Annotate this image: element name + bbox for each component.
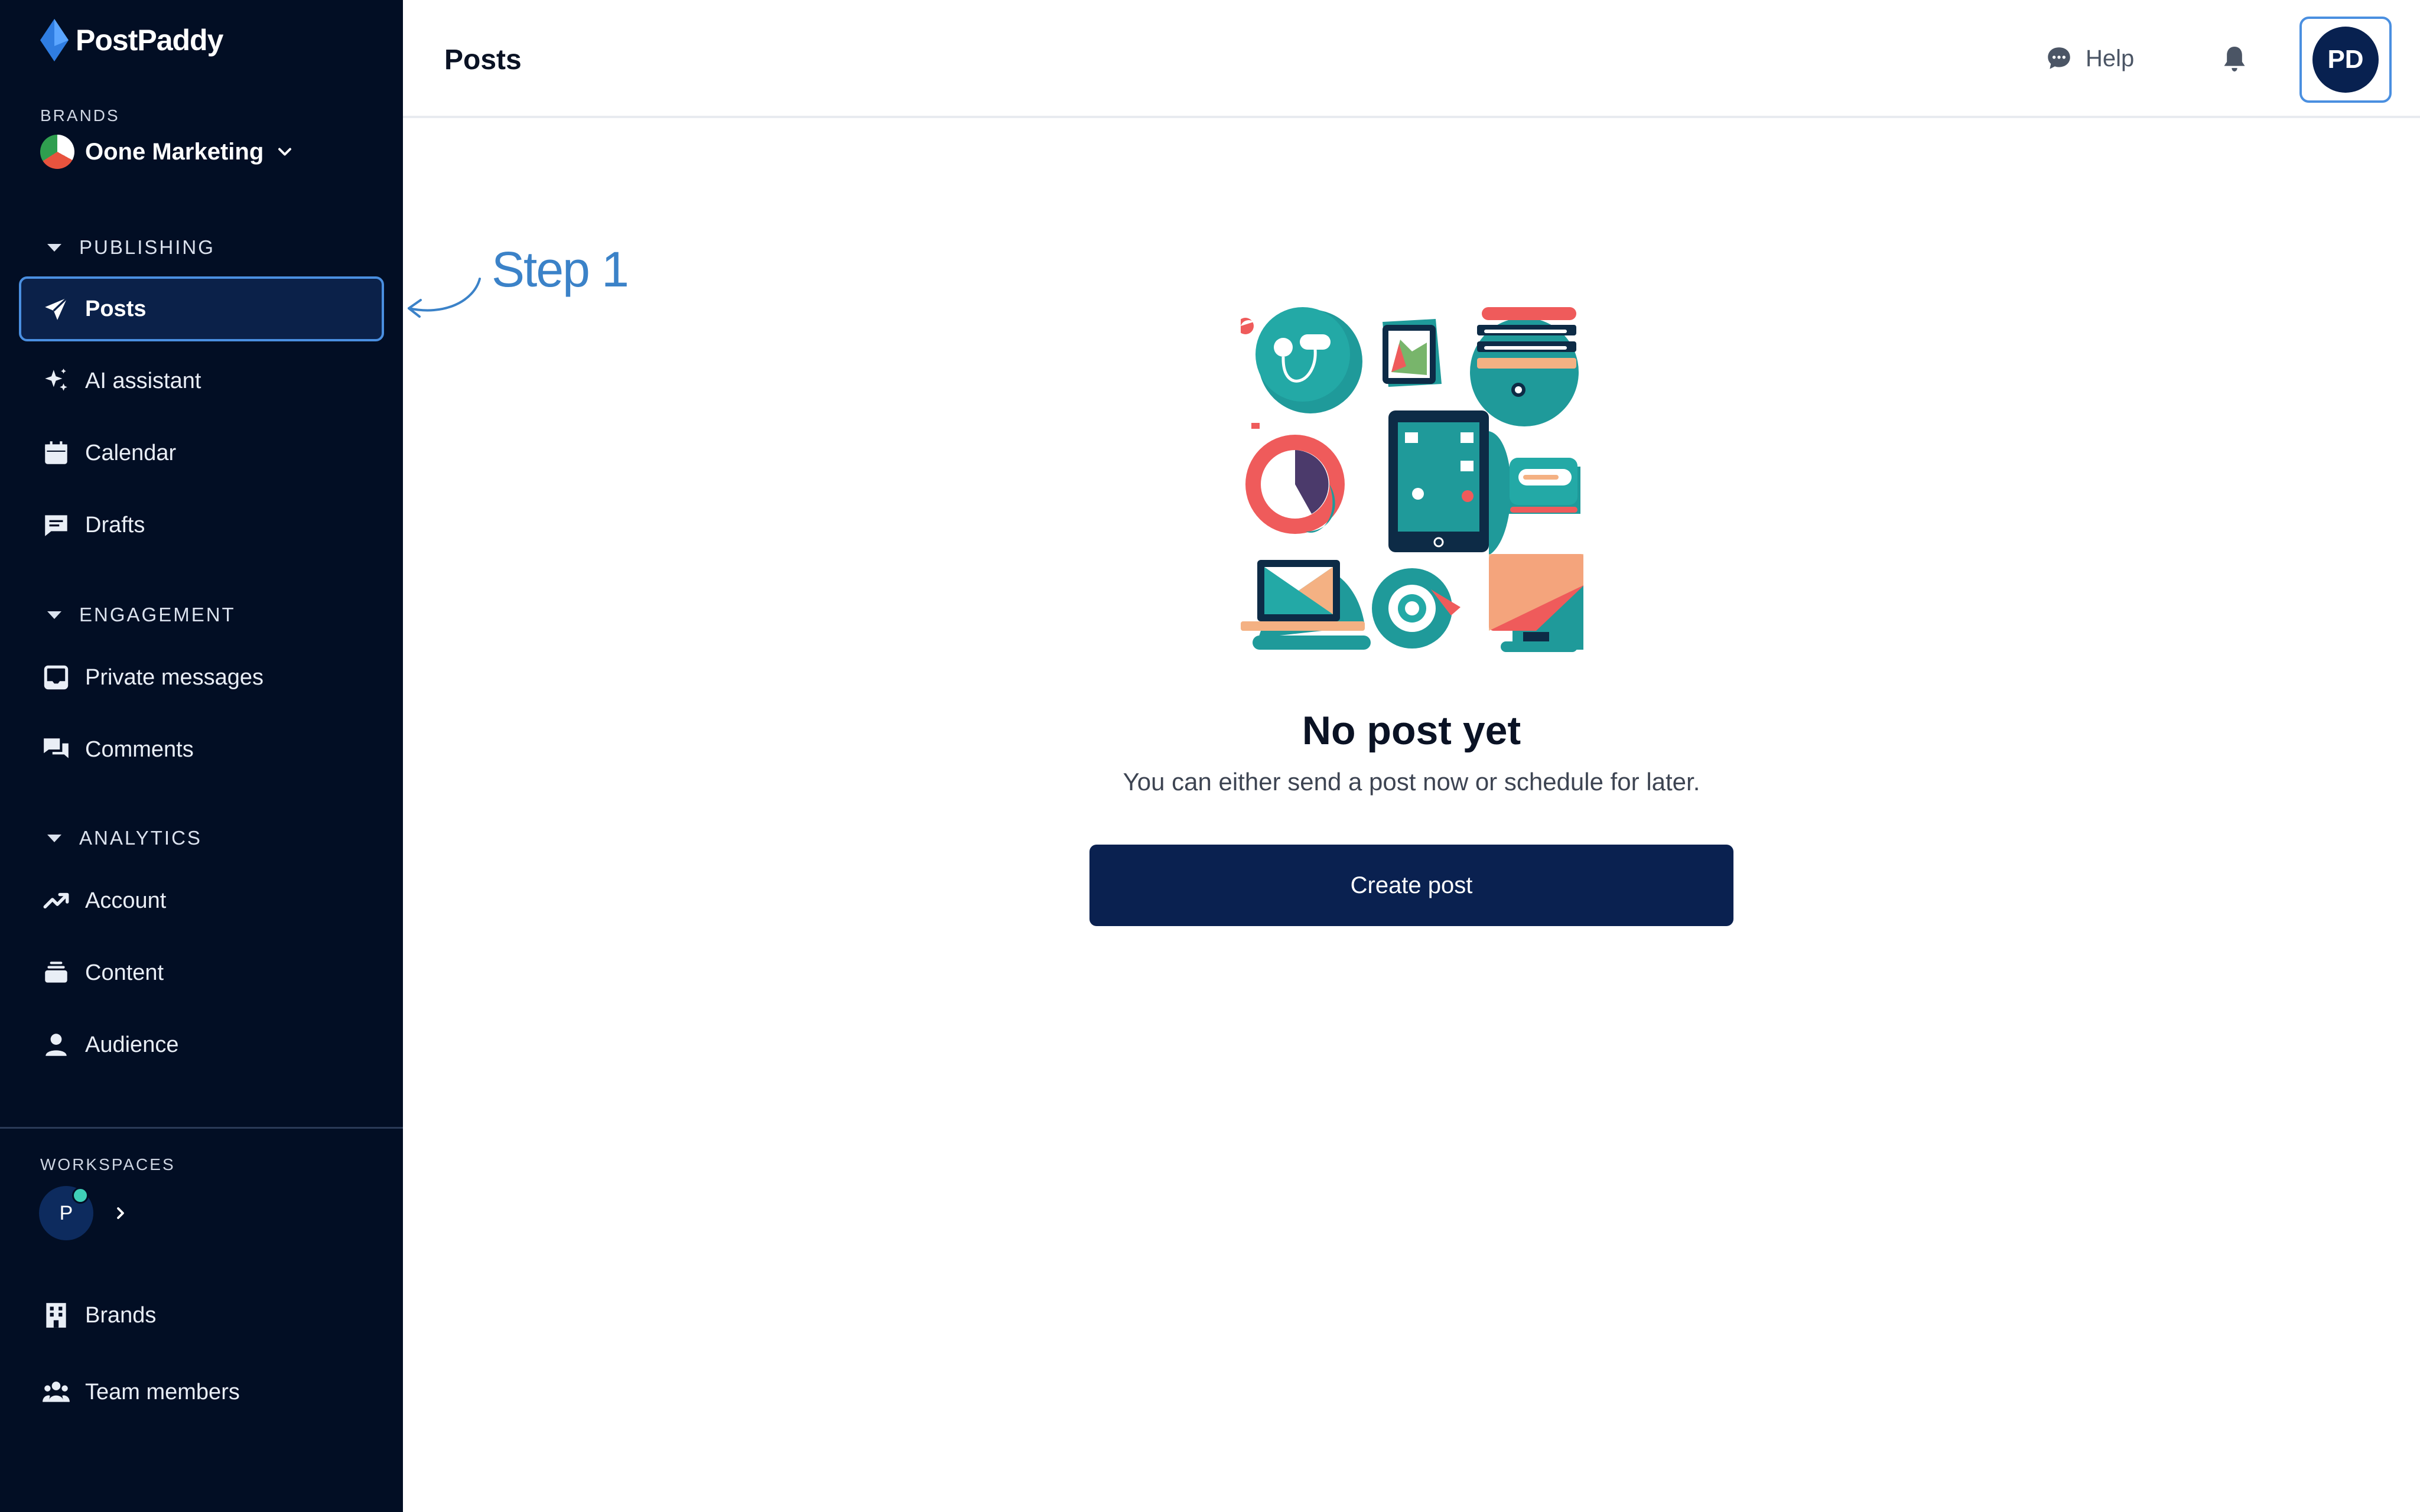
app-root: PostPaddy BRANDS Oone Marketing PUBLISHI… [0,0,2420,1512]
brands-caption: BRANDS [40,106,120,125]
sidebar-item-label: Calendar [85,440,177,465]
section-toggle-publishing[interactable]: PUBLISHING [47,236,215,259]
top-bar: Posts Help PD [403,0,2420,118]
notifications-button[interactable] [2218,43,2251,79]
user-menu-button[interactable]: PD [2299,17,2392,103]
user-avatar: PD [2312,27,2379,93]
sidebar-item-label: Brands [85,1302,157,1328]
section-label-analytics: ANALYTICS [79,827,202,849]
group-icon [43,1381,70,1402]
page-title: Posts [444,44,522,76]
caret-down-icon [47,243,61,252]
send-icon [45,297,68,320]
sidebar-item-ai-assistant[interactable]: AI assistant [19,348,384,413]
chevron-right-icon [117,1207,124,1219]
inbox-icon [44,665,69,690]
sidebar-item-audience[interactable]: Audience [19,1012,384,1077]
sidebar-item-label: Private messages [85,664,264,690]
help-button[interactable]: Help [2044,44,2134,73]
section-label-engagement: ENGAGEMENT [79,604,236,625]
sidebar-item-label: Drafts [85,512,145,537]
devices-illustration [1241,307,1583,652]
sparkles-icon [45,369,67,391]
person-icon [45,1034,67,1056]
caret-down-icon [47,834,61,842]
app-logo[interactable]: PostPaddy [39,19,223,61]
sidebar-item-label: Content [85,960,164,985]
sidebar-divider [0,1127,403,1129]
chat-bubble-icon [2048,47,2070,69]
chevron-down-icon [278,148,292,156]
bell-icon [2224,47,2245,71]
layers-icon [45,962,67,983]
online-status-dot [72,1187,89,1204]
section-toggle-engagement[interactable]: ENGAGEMENT [47,604,236,626]
sidebar-item-label: Posts [85,296,147,321]
create-post-button[interactable]: Create post [1089,845,1733,926]
sidebar: PostPaddy BRANDS Oone Marketing PUBLISHI… [0,0,403,1512]
sidebar-item-team-members[interactable]: Team members [19,1360,384,1425]
section-label-publishing: PUBLISHING [79,236,215,258]
help-label: Help [2086,45,2135,71]
sidebar-item-calendar[interactable]: Calendar [19,421,384,485]
sidebar-item-label: Comments [85,737,194,762]
workspace-initial: P [59,1201,73,1224]
annotation-arrow-icon [408,278,481,318]
empty-state-subtitle: You can either send a post now or schedu… [1123,768,1700,796]
sidebar-item-brands[interactable]: Brands [19,1283,384,1348]
brand-avatar [40,135,74,169]
sidebar-item-label: AI assistant [85,368,201,393]
calendar-icon [45,441,67,464]
caret-down-icon [47,611,61,619]
sidebar-item-label: Team members [85,1379,240,1405]
sidebar-item-private-messages[interactable]: Private messages [19,645,384,710]
sidebar-item-posts[interactable]: Posts [19,276,384,341]
postpaddy-logo-icon [40,19,69,61]
sidebar-item-content[interactable]: Content [19,940,384,1005]
workspace-avatar: P [39,1186,93,1240]
section-toggle-analytics[interactable]: ANALYTICS [47,827,202,849]
sidebar-item-comments[interactable]: Comments [19,717,384,782]
app-name: PostPaddy [76,24,223,57]
brand-name: Oone Marketing [85,138,264,165]
building-icon [46,1303,66,1328]
sidebar-item-label: Account [85,888,167,913]
step-annotation: Step 1 [492,242,629,297]
sidebar-item-account[interactable]: Account [19,868,384,933]
brand-selector[interactable]: Oone Marketing [40,135,295,169]
main-content: Posts Help PD Step 1 No post yet You can… [403,0,2420,1512]
sidebar-item-drafts[interactable]: Drafts [19,493,384,558]
sidebar-item-label: Audience [85,1032,179,1057]
trending-up-icon [43,892,69,909]
workspace-switcher[interactable]: P [39,1186,130,1240]
workspaces-caption: WORKSPACES [40,1155,175,1174]
comments-icon [44,738,69,758]
empty-state-title: No post yet [1302,708,1521,753]
draft-message-icon [45,515,67,536]
